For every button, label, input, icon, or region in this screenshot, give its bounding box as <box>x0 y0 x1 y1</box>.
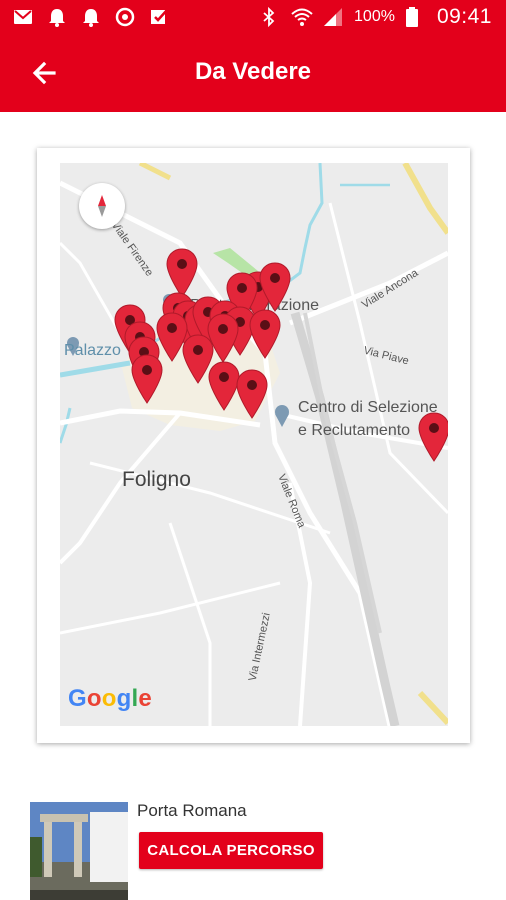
map-marker[interactable] <box>258 261 292 313</box>
calculate-route-button[interactable]: CALCOLA PERCORSO <box>139 832 323 869</box>
bell-icon <box>80 6 102 28</box>
mail-icon <box>12 6 34 28</box>
app-bar: Da Vedere <box>0 36 506 112</box>
map-marker[interactable] <box>417 411 448 463</box>
google-logo: Google <box>68 685 152 712</box>
checklist-icon <box>148 6 170 28</box>
signal-icon <box>322 6 344 28</box>
map-view[interactable]: Palazzo Ponte Liberazione Viale Ancona V… <box>60 163 448 726</box>
bluetooth-icon <box>258 6 280 28</box>
map-marker[interactable] <box>235 368 269 420</box>
status-right-icons: 100% 09:41 <box>258 5 492 29</box>
status-bar: 100% 09:41 <box>0 0 506 36</box>
battery-icon <box>405 6 427 28</box>
bell-icon <box>46 6 68 28</box>
status-time: 09:41 <box>436 5 492 28</box>
sync-icon <box>114 6 136 28</box>
battery-percent: 100% <box>354 8 395 25</box>
wifi-icon <box>290 6 313 28</box>
compass-icon <box>98 195 106 217</box>
thumbnail-image <box>30 802 128 900</box>
map-marker[interactable] <box>130 353 164 405</box>
item-title: Porta Romana <box>137 801 247 820</box>
status-left-icons <box>12 6 170 28</box>
markers-layer <box>60 163 448 726</box>
compass-button[interactable] <box>79 183 125 229</box>
map-marker[interactable] <box>248 308 282 360</box>
page-title: Da Vedere <box>194 58 312 85</box>
list-item[interactable]: Porta Romana CALCOLA PERCORSO <box>0 800 506 900</box>
map-card: Palazzo Ponte Liberazione Viale Ancona V… <box>37 148 470 743</box>
